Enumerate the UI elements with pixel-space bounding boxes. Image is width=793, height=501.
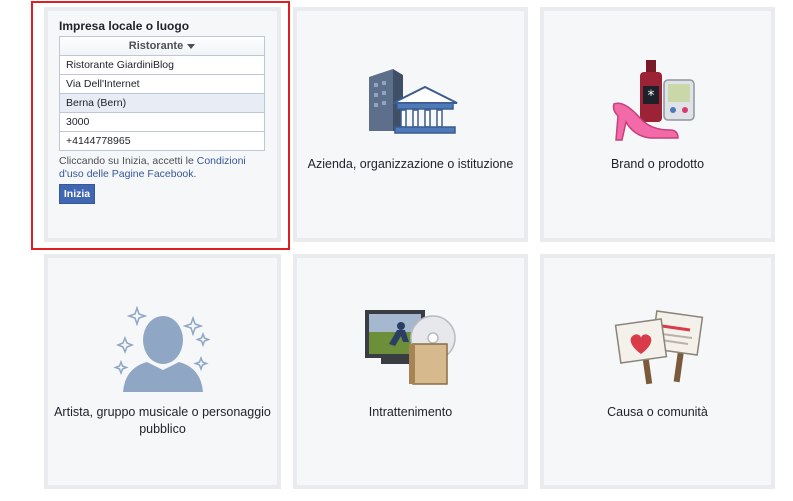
card-brand-label: Brand o prodotto [610,157,705,171]
person-silhouette-icon [112,305,211,392]
page-category-grid: Impresa locale o luogo Ristorante Ristor… [0,0,793,501]
card-company[interactable]: Azienda, organizzazione o istituzione [293,7,528,242]
card-company-label: Azienda, organizzazione o istituzione [307,157,514,171]
signs-icon [614,310,703,385]
card-cause-label: Causa o comunità [607,405,708,419]
highlight-frame [31,1,290,250]
buildings-icon [368,69,457,134]
card-brand[interactable]: * Brand o prodotto [540,7,775,242]
card-entertainment[interactable]: Intrattenimento [293,254,528,489]
media-icon [364,310,456,385]
card-artist[interactable]: Artista, gruppo musicale o personaggio p… [44,254,281,489]
card-artist-label: Artista, gruppo musicale o personaggio p… [54,405,271,436]
products-icon: * [612,60,695,141]
card-entertainment-label: Intrattenimento [368,405,453,419]
svg-text:*: * [647,88,654,104]
card-cause[interactable]: Causa o comunità [540,254,775,489]
